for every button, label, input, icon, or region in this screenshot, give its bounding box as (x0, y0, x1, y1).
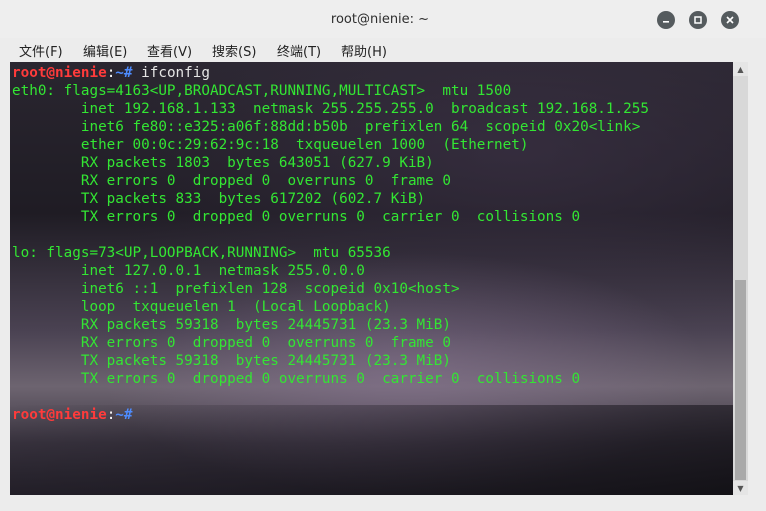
output-line: inet 127.0.0.1 netmask 255.0.0.0 (12, 263, 365, 279)
output-line: RX errors 0 dropped 0 overruns 0 frame 0 (12, 173, 451, 189)
output-line: inet6 ::1 prefixlen 128 scopeid 0x10<hos… (12, 281, 460, 297)
menu-help[interactable]: 帮助(H) (341, 41, 387, 60)
menu-file[interactable]: 文件(F) (19, 41, 63, 60)
output-line: RX packets 59318 bytes 24445731 (23.3 Mi… (12, 317, 451, 333)
output-line: RX packets 1803 bytes 643051 (627.9 KiB) (12, 155, 434, 171)
minimize-icon (663, 21, 669, 23)
maximize-button[interactable] (689, 11, 707, 29)
output-line: TX packets 59318 bytes 24445731 (23.3 Mi… (12, 353, 451, 369)
output-line: ether 00:0c:29:62:9c:18 txqueuelen 1000 … (12, 137, 529, 153)
output-line: eth0: flags=4163<UP,BROADCAST,RUNNING,MU… (12, 83, 512, 99)
scroll-thumb[interactable] (735, 280, 746, 480)
window-title: root@nienie: ~ (330, 12, 430, 27)
prompt-path: ~# (115, 65, 133, 81)
prompt-separator: : (106, 65, 116, 81)
output-line: RX errors 0 dropped 0 overruns 0 frame 0 (12, 335, 451, 351)
menu-edit[interactable]: 编辑(E) (83, 41, 127, 60)
prompt-separator: : (106, 407, 116, 423)
menu-view[interactable]: 查看(V) (147, 41, 192, 60)
menu-search[interactable]: 搜索(S) (212, 41, 256, 60)
prompt-user-host: root@nienie (12, 65, 107, 81)
scroll-up-icon[interactable]: ▲ (733, 62, 748, 76)
terminal-window: root@nienie: ~ 文件(F) 编辑(E) 查看(V) 搜索(S) 终… (0, 0, 766, 511)
output-line: inet 192.168.1.133 netmask 255.255.255.0… (12, 101, 649, 117)
output-line: loop txqueuelen 1 (Local Loopback) (12, 299, 391, 315)
terminal-output: root@nienie:~# ifconfig eth0: flags=4163… (12, 64, 649, 424)
title-bar[interactable]: root@nienie: ~ (0, 0, 766, 38)
maximize-icon (694, 16, 702, 24)
prompt-path: ~# (115, 407, 133, 423)
output-line: lo: flags=73<UP,LOOPBACK,RUNNING> mtu 65… (12, 245, 391, 261)
output-line: TX errors 0 dropped 0 overruns 0 carrier… (12, 371, 581, 387)
output-line: inet6 fe80::e325:a06f:88dd:b50b prefixle… (12, 119, 641, 135)
scroll-down-icon[interactable]: ▼ (733, 481, 748, 495)
command-text: ifconfig (132, 65, 210, 81)
vertical-scrollbar[interactable]: ▲ ▼ (733, 62, 748, 495)
minimize-button[interactable] (657, 11, 675, 29)
output-line: TX errors 0 dropped 0 overruns 0 carrier… (12, 209, 581, 225)
close-button[interactable] (721, 11, 739, 29)
terminal-area[interactable]: root@nienie:~# ifconfig eth0: flags=4163… (10, 62, 733, 495)
close-icon (726, 16, 734, 24)
menu-terminal[interactable]: 终端(T) (277, 41, 321, 60)
menu-bar: 文件(F) 编辑(E) 查看(V) 搜索(S) 终端(T) 帮助(H) (0, 38, 766, 62)
prompt-user-host: root@nienie (12, 407, 107, 423)
output-line: TX packets 833 bytes 617202 (602.7 KiB) (12, 191, 426, 207)
